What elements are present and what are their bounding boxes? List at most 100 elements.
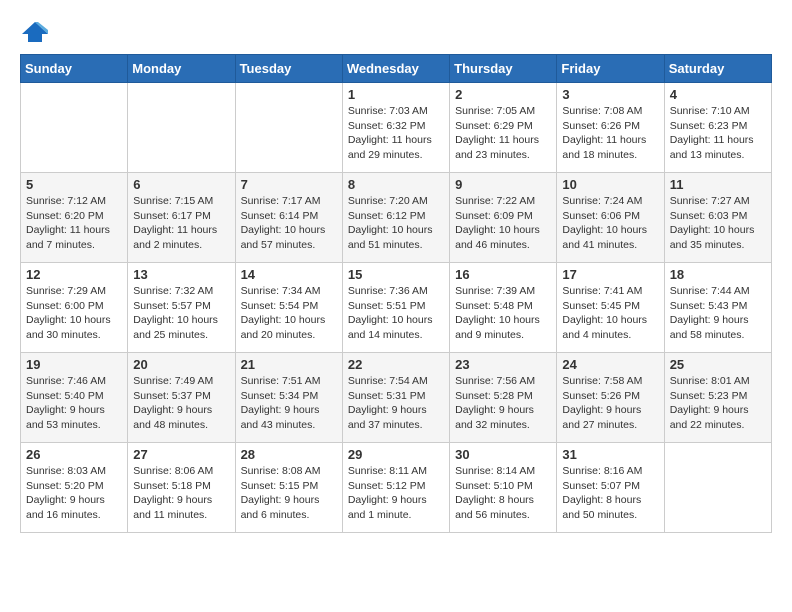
day-number: 11 — [670, 177, 766, 192]
day-number: 13 — [133, 267, 229, 282]
calendar-week-row: 1 Sunrise: 7:03 AM Sunset: 6:32 PM Daylig… — [21, 83, 772, 173]
calendar-cell — [235, 83, 342, 173]
day-number: 25 — [670, 357, 766, 372]
day-number: 1 — [348, 87, 444, 102]
day-info: Sunrise: 8:11 AM Sunset: 5:12 PM Dayligh… — [348, 464, 444, 523]
calendar-cell: 8Sunrise: 7:20 AM Sunset: 6:12 PM Daylig… — [342, 173, 449, 263]
calendar-cell: 26Sunrise: 8:03 AM Sunset: 5:20 PM Dayli… — [21, 443, 128, 533]
calendar-cell: 30 Sunrise: 8:14 AM Sunset: 5:10 PM Dayli… — [450, 443, 557, 533]
day-info: Sunrise: 8:06 AM Sunset: 5:18 PM Dayligh… — [133, 464, 229, 523]
day-number: 27 — [133, 447, 229, 462]
day-info: Sunrise: 7:03 AM Sunset: 6:32 PM Dayligh… — [348, 104, 444, 163]
day-info: Sunrise: 7:58 AM Sunset: 5:26 PM Dayligh… — [562, 374, 658, 433]
day-number: 16 — [455, 267, 551, 282]
day-number: 8 — [348, 177, 444, 192]
calendar-week-row: 12 Sunrise: 7:29 AM Sunset: 6:00 PM Dayli… — [21, 263, 772, 353]
day-info: Sunrise: 7:27 AM Sunset: 6:03 PM Dayligh… — [670, 194, 766, 253]
day-info: Sunrise: 7:36 AM Sunset: 5:51 PM Dayligh… — [348, 284, 444, 343]
calendar-cell — [21, 83, 128, 173]
day-number: 14 — [241, 267, 337, 282]
weekday-header: Friday — [557, 55, 664, 83]
calendar-cell: 3 Sunrise: 7:08 AM Sunset: 6:26 PM Daylig… — [557, 83, 664, 173]
calendar-cell: 13 Sunrise: 7:32 AM Sunset: 5:57 PM Dayli… — [128, 263, 235, 353]
day-info: Sunrise: 7:44 AM Sunset: 5:43 PM Dayligh… — [670, 284, 766, 343]
day-number: 23 — [455, 357, 551, 372]
calendar-cell: 10 Sunrise: 7:24 AM Sunset: 6:06 PM Dayli… — [557, 173, 664, 263]
logo-icon — [20, 20, 50, 44]
day-number: 12 — [26, 267, 122, 282]
calendar-cell: 27 Sunrise: 8:06 AM Sunset: 5:18 PM Dayli… — [128, 443, 235, 533]
day-info: Sunrise: 8:03 AM Sunset: 5:20 PM Dayligh… — [26, 464, 122, 523]
weekday-header: Thursday — [450, 55, 557, 83]
calendar-cell: 17 Sunrise: 7:41 AM Sunset: 5:45 PM Dayli… — [557, 263, 664, 353]
page-header — [20, 20, 772, 44]
calendar-cell: 4Sunrise: 7:10 AM Sunset: 6:23 PM Daylig… — [664, 83, 771, 173]
day-info: Sunrise: 7:08 AM Sunset: 6:26 PM Dayligh… — [562, 104, 658, 163]
calendar-cell — [128, 83, 235, 173]
calendar-cell: 7Sunrise: 7:17 AM Sunset: 6:14 PM Daylig… — [235, 173, 342, 263]
weekday-header: Wednesday — [342, 55, 449, 83]
calendar-cell: 14 Sunrise: 7:34 AM Sunset: 5:54 PM Dayli… — [235, 263, 342, 353]
calendar-cell: 28 Sunrise: 8:08 AM Sunset: 5:15 PM Dayli… — [235, 443, 342, 533]
calendar-cell: 19 Sunrise: 7:46 AM Sunset: 5:40 PM Dayli… — [21, 353, 128, 443]
logo — [20, 20, 54, 44]
day-info: Sunrise: 7:46 AM Sunset: 5:40 PM Dayligh… — [26, 374, 122, 433]
calendar-cell: 12 Sunrise: 7:29 AM Sunset: 6:00 PM Dayli… — [21, 263, 128, 353]
day-info: Sunrise: 7:41 AM Sunset: 5:45 PM Dayligh… — [562, 284, 658, 343]
day-number: 21 — [241, 357, 337, 372]
calendar-cell — [664, 443, 771, 533]
weekday-header: Sunday — [21, 55, 128, 83]
day-number: 2 — [455, 87, 551, 102]
calendar-header-row: SundayMondayTuesdayWednesdayThursdayFrid… — [21, 55, 772, 83]
day-number: 24 — [562, 357, 658, 372]
day-number: 19 — [26, 357, 122, 372]
day-info: Sunrise: 8:08 AM Sunset: 5:15 PM Dayligh… — [241, 464, 337, 523]
calendar-cell: 31 Sunrise: 8:16 AM Sunset: 5:07 PM Dayli… — [557, 443, 664, 533]
day-info: Sunrise: 7:54 AM Sunset: 5:31 PM Dayligh… — [348, 374, 444, 433]
day-info: Sunrise: 7:49 AM Sunset: 5:37 PM Dayligh… — [133, 374, 229, 433]
calendar-cell: 1 Sunrise: 7:03 AM Sunset: 6:32 PM Daylig… — [342, 83, 449, 173]
day-number: 18 — [670, 267, 766, 282]
calendar-cell: 2 Sunrise: 7:05 AM Sunset: 6:29 PM Daylig… — [450, 83, 557, 173]
day-info: Sunrise: 7:34 AM Sunset: 5:54 PM Dayligh… — [241, 284, 337, 343]
calendar-table: SundayMondayTuesdayWednesdayThursdayFrid… — [20, 54, 772, 533]
day-number: 29 — [348, 447, 444, 462]
calendar-cell: 24 Sunrise: 7:58 AM Sunset: 5:26 PM Dayli… — [557, 353, 664, 443]
day-number: 10 — [562, 177, 658, 192]
day-info: Sunrise: 7:39 AM Sunset: 5:48 PM Dayligh… — [455, 284, 551, 343]
day-info: Sunrise: 8:16 AM Sunset: 5:07 PM Dayligh… — [562, 464, 658, 523]
calendar-week-row: 26Sunrise: 8:03 AM Sunset: 5:20 PM Dayli… — [21, 443, 772, 533]
day-number: 31 — [562, 447, 658, 462]
calendar-cell: 9 Sunrise: 7:22 AM Sunset: 6:09 PM Daylig… — [450, 173, 557, 263]
day-info: Sunrise: 7:12 AM Sunset: 6:20 PM Dayligh… — [26, 194, 122, 253]
day-number: 30 — [455, 447, 551, 462]
day-info: Sunrise: 8:14 AM Sunset: 5:10 PM Dayligh… — [455, 464, 551, 523]
day-info: Sunrise: 7:05 AM Sunset: 6:29 PM Dayligh… — [455, 104, 551, 163]
day-number: 22 — [348, 357, 444, 372]
day-info: Sunrise: 7:15 AM Sunset: 6:17 PM Dayligh… — [133, 194, 229, 253]
day-number: 17 — [562, 267, 658, 282]
day-info: Sunrise: 7:56 AM Sunset: 5:28 PM Dayligh… — [455, 374, 551, 433]
day-info: Sunrise: 7:22 AM Sunset: 6:09 PM Dayligh… — [455, 194, 551, 253]
calendar-cell: 18 Sunrise: 7:44 AM Sunset: 5:43 PM Dayli… — [664, 263, 771, 353]
calendar-cell: 25Sunrise: 8:01 AM Sunset: 5:23 PM Dayli… — [664, 353, 771, 443]
weekday-header: Saturday — [664, 55, 771, 83]
weekday-header: Monday — [128, 55, 235, 83]
day-info: Sunrise: 7:29 AM Sunset: 6:00 PM Dayligh… — [26, 284, 122, 343]
day-info: Sunrise: 7:32 AM Sunset: 5:57 PM Dayligh… — [133, 284, 229, 343]
calendar-cell: 15 Sunrise: 7:36 AM Sunset: 5:51 PM Dayli… — [342, 263, 449, 353]
day-number: 20 — [133, 357, 229, 372]
day-number: 9 — [455, 177, 551, 192]
calendar-cell: 22 Sunrise: 7:54 AM Sunset: 5:31 PM Dayli… — [342, 353, 449, 443]
weekday-header: Tuesday — [235, 55, 342, 83]
day-number: 28 — [241, 447, 337, 462]
calendar-cell: 29 Sunrise: 8:11 AM Sunset: 5:12 PM Dayli… — [342, 443, 449, 533]
day-number: 3 — [562, 87, 658, 102]
calendar-cell: 5Sunrise: 7:12 AM Sunset: 6:20 PM Daylig… — [21, 173, 128, 263]
calendar-cell: 21Sunrise: 7:51 AM Sunset: 5:34 PM Dayli… — [235, 353, 342, 443]
day-number: 15 — [348, 267, 444, 282]
calendar-week-row: 19 Sunrise: 7:46 AM Sunset: 5:40 PM Dayli… — [21, 353, 772, 443]
day-number: 4 — [670, 87, 766, 102]
day-info: Sunrise: 7:24 AM Sunset: 6:06 PM Dayligh… — [562, 194, 658, 253]
calendar-cell: 20 Sunrise: 7:49 AM Sunset: 5:37 PM Dayli… — [128, 353, 235, 443]
